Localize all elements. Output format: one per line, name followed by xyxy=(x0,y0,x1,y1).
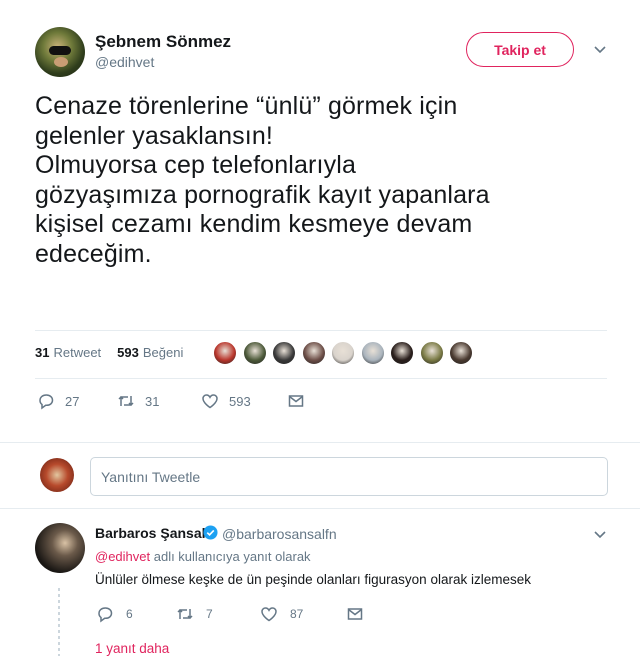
liker-avatar[interactable] xyxy=(272,341,296,365)
tweet-actions: 27 31 593 xyxy=(37,392,305,410)
author-name[interactable]: Şebnem Sönmez xyxy=(95,32,231,52)
retweet-action[interactable]: 31 xyxy=(117,392,201,410)
heart-icon xyxy=(261,607,277,622)
tweet-text: Cenaze törenlerine “ünlü” görmek için ge… xyxy=(35,92,595,269)
liker-avatar[interactable] xyxy=(449,341,473,365)
liker-avatar[interactable] xyxy=(360,341,385,365)
heart-icon xyxy=(202,394,218,409)
tweet-line: kişisel cezamı kendim kesmeye devam xyxy=(35,210,473,238)
reply-reply-count: 6 xyxy=(126,607,133,621)
reply-author-avatar[interactable] xyxy=(35,523,85,573)
liker-avatar[interactable] xyxy=(301,341,326,365)
follow-button[interactable]: Takip et xyxy=(466,32,574,67)
like-action[interactable]: 87 xyxy=(260,605,346,623)
liker-avatar[interactable] xyxy=(390,341,414,365)
liker-avatar[interactable] xyxy=(331,341,355,365)
like-action[interactable]: 593 xyxy=(201,392,287,410)
retweet-action[interactable]: 7 xyxy=(176,605,260,623)
verified-badge-icon xyxy=(203,525,218,540)
reply-like-count: 87 xyxy=(290,607,304,621)
reply-retweet-count: 7 xyxy=(206,607,213,621)
tweet-stats: 31 Retweet 593 Beğeni xyxy=(35,345,183,360)
chevron-down-icon[interactable] xyxy=(593,527,607,541)
liker-avatar[interactable] xyxy=(213,341,237,365)
tweet-line: Olmuyorsa cep telefonlarıyla xyxy=(35,151,357,179)
dm-action[interactable] xyxy=(287,392,305,410)
thread-line xyxy=(58,588,60,656)
divider xyxy=(0,442,640,443)
reply-context: @edihvet adlı kullanıcıya yanıt olarak xyxy=(95,549,311,564)
dm-action[interactable] xyxy=(346,605,364,623)
liker-avatars[interactable] xyxy=(213,341,473,365)
divider xyxy=(35,330,607,331)
reply-icon xyxy=(39,394,54,410)
retweet-icon xyxy=(118,395,134,407)
author-handle[interactable]: @edihvet xyxy=(95,54,154,70)
tweet-line: gözyaşımıza pornografik kayıt yapanlara xyxy=(35,180,490,209)
liker-avatar[interactable] xyxy=(419,341,444,365)
reply-text: Ünlüler ölmese keşke de ün peşinde olanl… xyxy=(95,572,531,587)
reply-context-text: adlı kullanıcıya yanıt olarak xyxy=(150,549,311,564)
liker-avatar[interactable] xyxy=(242,341,267,365)
like-count: 593 xyxy=(229,393,251,409)
more-replies-link[interactable]: 1 yanıt daha xyxy=(95,641,169,656)
tweet-line: gelenler yasaklansın! xyxy=(35,121,274,150)
envelope-icon xyxy=(347,608,363,620)
reply-icon xyxy=(98,607,113,623)
reply-count: 27 xyxy=(65,393,80,409)
envelope-icon xyxy=(288,395,304,407)
retweet-count: 31 xyxy=(145,393,160,409)
like-total[interactable]: 593 xyxy=(117,345,139,360)
author-avatar[interactable] xyxy=(35,27,85,77)
reply-input[interactable]: Yanıtını Tweetle xyxy=(90,457,608,496)
retweet-total[interactable]: 31 xyxy=(35,345,49,360)
reply-context-mention[interactable]: @edihvet xyxy=(95,549,150,564)
reply-author-handle[interactable]: @barbarosansalfn xyxy=(222,526,337,542)
retweet-icon xyxy=(177,608,193,620)
reply-action[interactable]: 27 xyxy=(37,392,117,410)
reply-actions: 6 7 87 xyxy=(96,605,364,623)
current-user-avatar xyxy=(40,458,74,492)
tweet-line: Cenaze törenlerine “ünlü” görmek için xyxy=(35,92,458,120)
reply-action[interactable]: 6 xyxy=(96,605,176,623)
divider xyxy=(0,508,640,509)
divider xyxy=(35,378,607,379)
reply-author-name[interactable]: Barbaros Şansal xyxy=(95,525,206,541)
tweet-line: edeceğim. xyxy=(35,239,152,268)
chevron-down-icon[interactable] xyxy=(593,42,607,56)
retweet-label[interactable]: Retweet xyxy=(53,345,101,360)
like-label[interactable]: Beğeni xyxy=(143,345,183,360)
